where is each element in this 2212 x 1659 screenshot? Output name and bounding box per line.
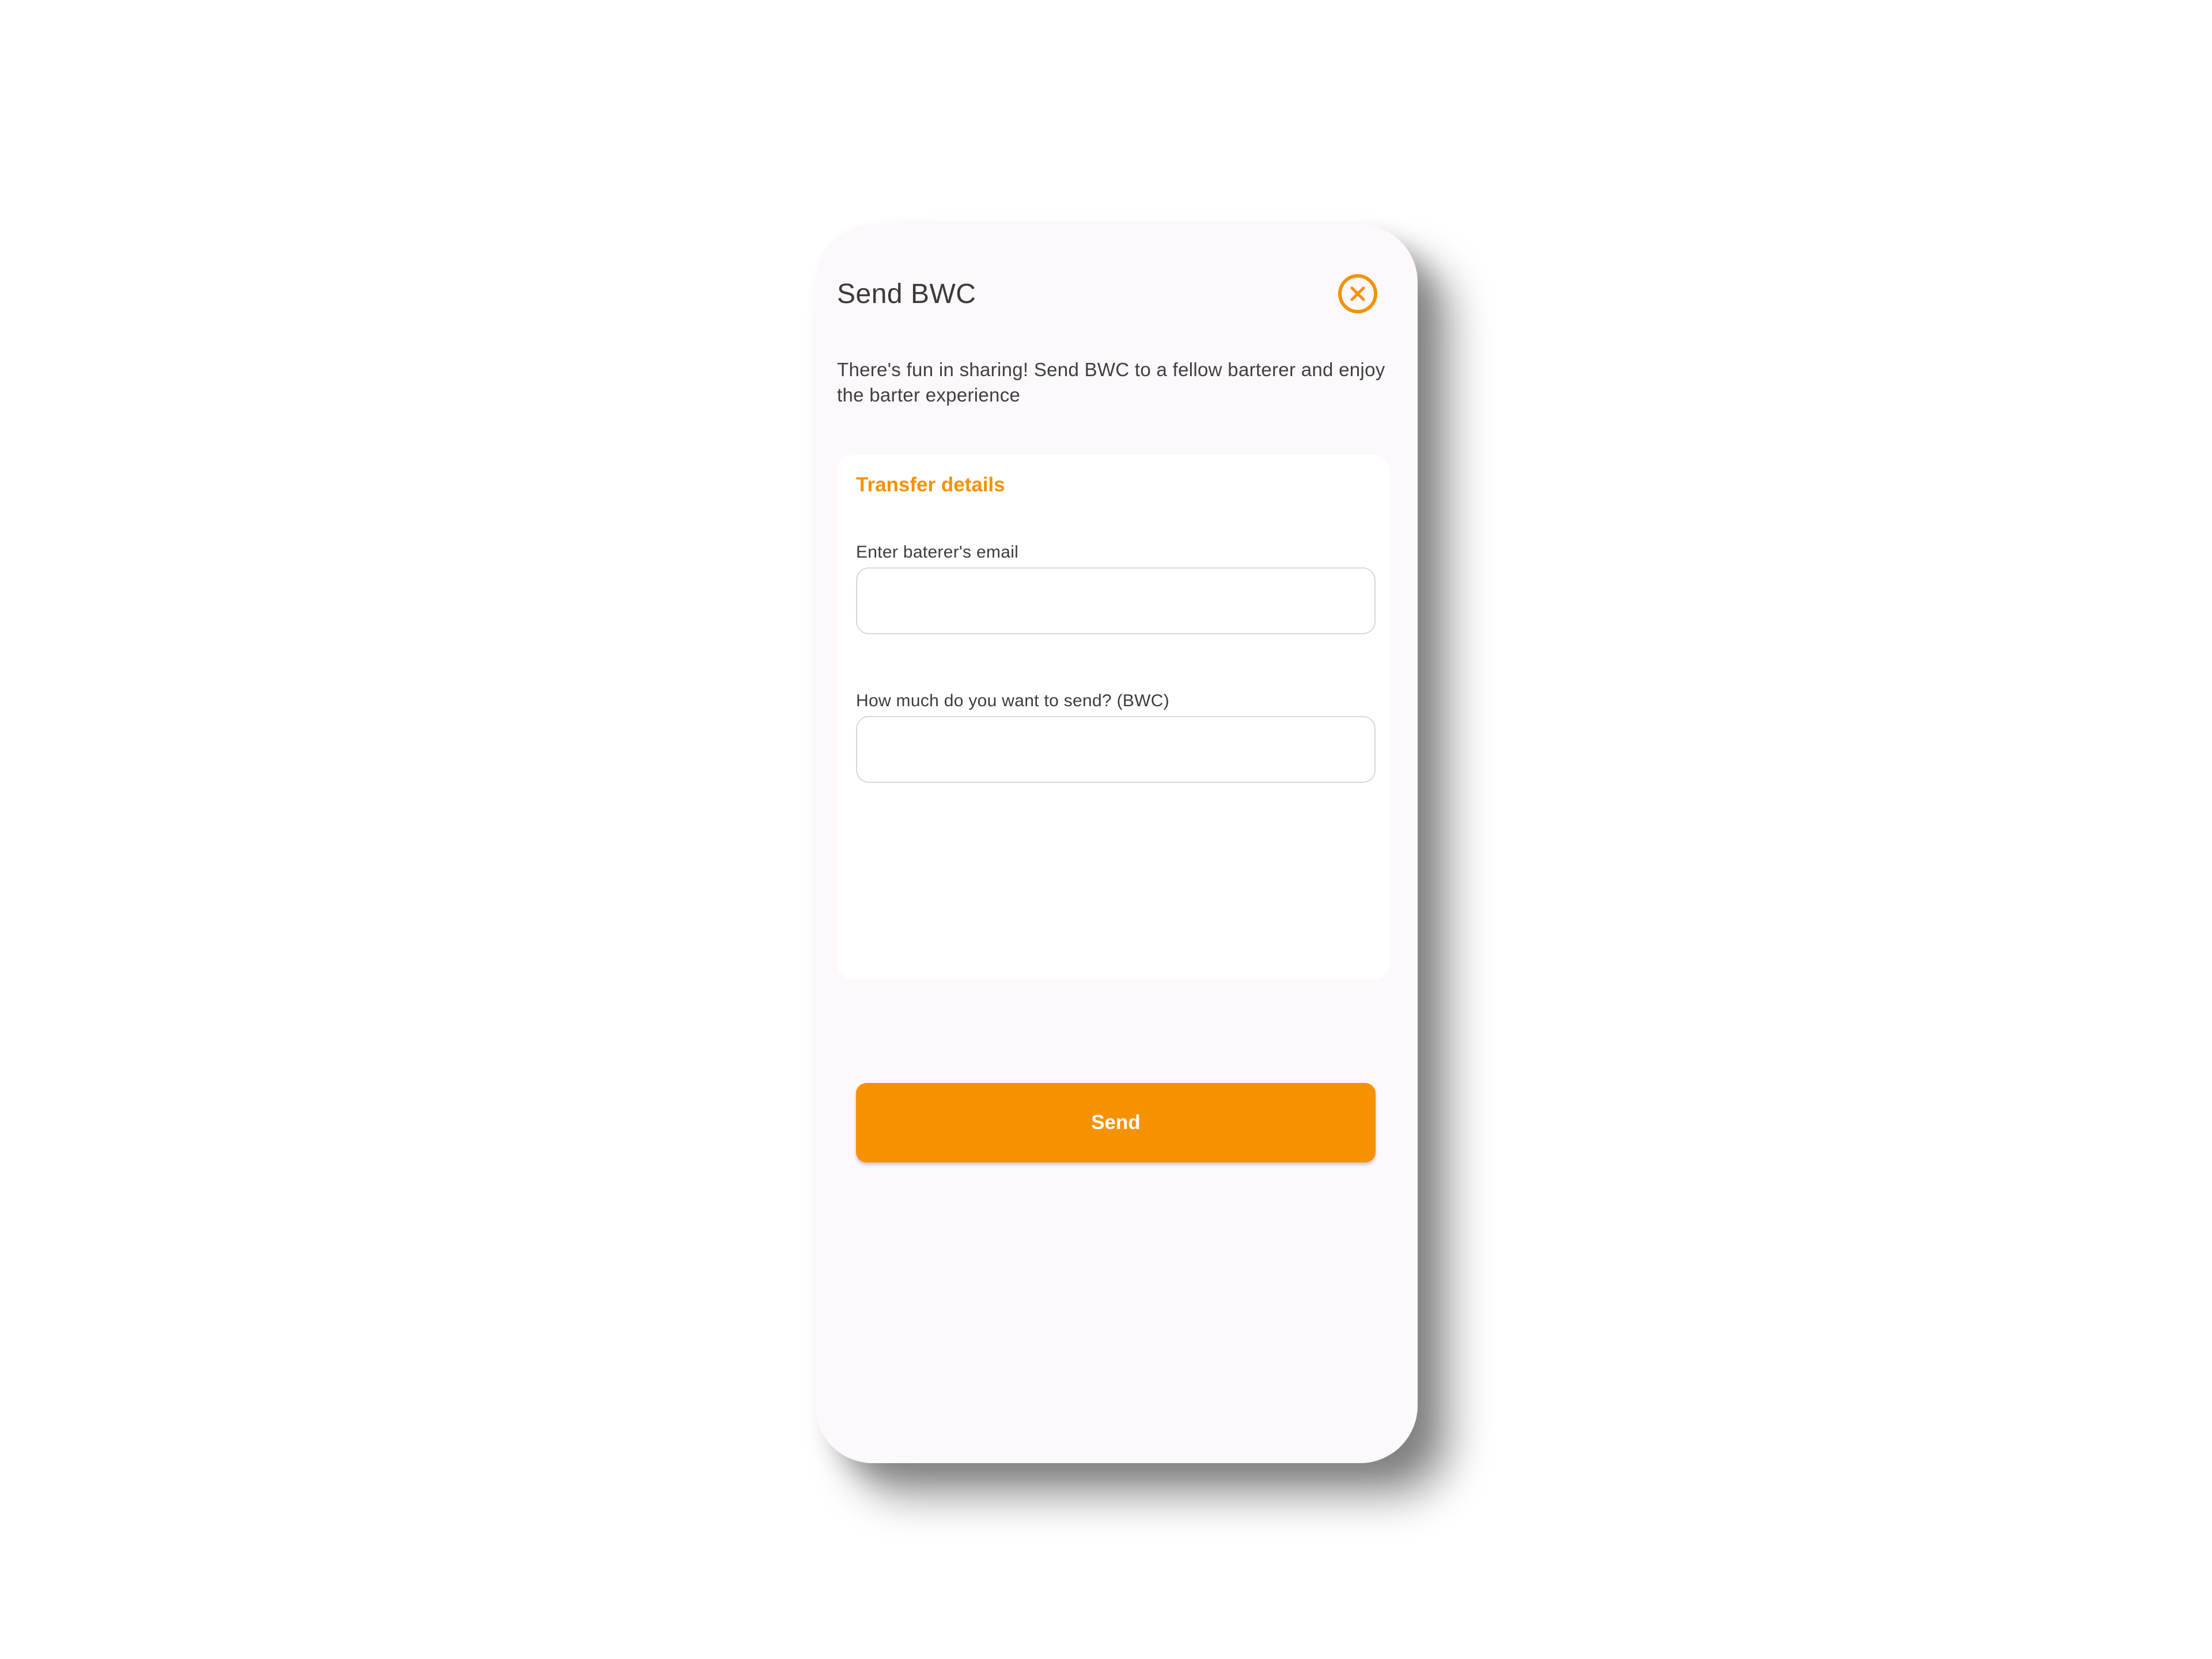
modal-header: Send BWC xyxy=(837,265,1377,323)
email-label: Enter baterer's email xyxy=(856,543,1019,562)
transfer-details-card: Transfer details Enter baterer's email H… xyxy=(837,455,1390,1162)
section-title: Transfer details xyxy=(856,474,1005,496)
send-button[interactable]: Send xyxy=(856,1083,1376,1162)
close-icon xyxy=(1350,286,1365,301)
send-bwc-modal: Send BWC There's fun in sharing! Send BW… xyxy=(815,225,1418,1463)
close-button[interactable] xyxy=(1338,274,1377,313)
amount-field[interactable] xyxy=(856,716,1376,783)
email-field[interactable] xyxy=(856,567,1376,634)
modal-title: Send BWC xyxy=(837,278,976,309)
amount-label: How much do you want to send? (BWC) xyxy=(856,691,1170,710)
modal-description: There's fun in sharing! Send BWC to a fe… xyxy=(837,359,1385,406)
screen: Send BWC There's fun in sharing! Send BW… xyxy=(0,0,2212,1659)
